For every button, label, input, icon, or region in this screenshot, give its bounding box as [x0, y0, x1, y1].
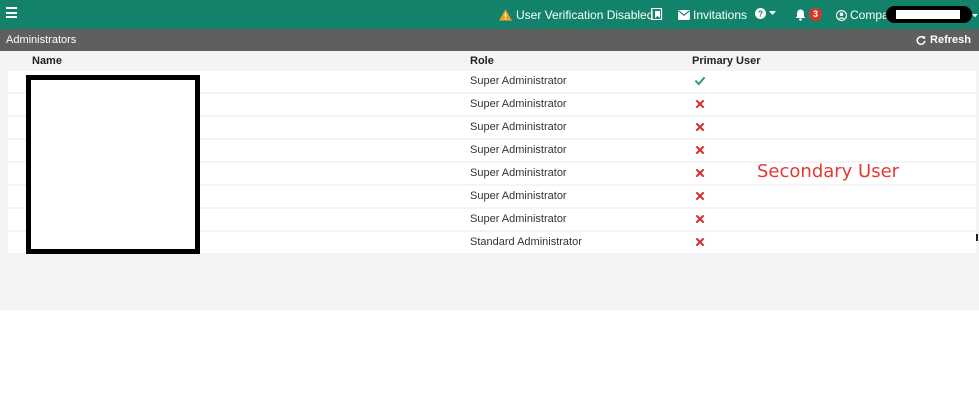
- hamburger-menu-icon[interactable]: [6, 7, 18, 21]
- x-icon: [696, 169, 704, 177]
- redacted-names-box: [26, 75, 200, 254]
- row-role-cell: Super Administrator: [470, 98, 567, 110]
- table-header: Name Role Primary User: [8, 51, 976, 71]
- row-role-cell: Super Administrator: [470, 190, 567, 202]
- svg-text:?: ?: [758, 10, 763, 19]
- invitations-button[interactable]: Invitations: [678, 8, 747, 22]
- row-role-cell: Super Administrator: [470, 75, 567, 87]
- refresh-label: Refresh: [930, 34, 971, 46]
- redacted-company-name: [886, 6, 972, 23]
- bookmark-button[interactable]: [651, 8, 663, 20]
- user-verification-warning[interactable]: User Verification Disabled: [499, 8, 653, 22]
- bookmark-icon: [651, 8, 663, 20]
- x-icon: [696, 146, 704, 154]
- row-role-cell: Super Administrator: [470, 144, 567, 156]
- x-icon: [696, 192, 704, 200]
- refresh-button[interactable]: Refresh: [916, 34, 971, 46]
- warning-icon: [499, 9, 512, 21]
- x-icon: [696, 123, 704, 131]
- row-role-cell: Standard Administrator: [470, 236, 582, 248]
- administrators-header-bar: Administrators Refresh: [0, 29, 979, 51]
- bell-icon: [795, 9, 806, 21]
- scroll-edge-marker: [976, 234, 978, 241]
- section-title: Administrators: [6, 34, 77, 46]
- column-header-role[interactable]: Role: [470, 55, 494, 67]
- row-role-cell: Super Administrator: [470, 167, 567, 179]
- x-icon: [696, 100, 704, 108]
- caret-down-icon: [769, 11, 776, 15]
- column-header-primary-user[interactable]: Primary User: [692, 55, 761, 67]
- x-icon: [696, 215, 704, 223]
- row-role-cell: Super Administrator: [470, 121, 567, 133]
- notification-count-badge: 3: [809, 8, 822, 21]
- check-icon: [695, 77, 705, 86]
- user-circle-icon: [836, 9, 847, 21]
- help-menu-button[interactable]: ?: [755, 8, 776, 19]
- notifications-button[interactable]: 3: [795, 8, 822, 21]
- secondary-user-annotation: Secondary User: [757, 161, 900, 182]
- company-menu-button[interactable]: Compar: [836, 8, 893, 22]
- company-caret-down-icon[interactable]: [972, 14, 978, 18]
- x-icon: [696, 238, 704, 246]
- top-navigation-bar: User Verification Disabled Invitations ?…: [0, 0, 979, 29]
- row-role-cell: Super Administrator: [470, 213, 567, 225]
- envelope-icon: [678, 10, 690, 20]
- user-verification-label: User Verification Disabled: [516, 8, 654, 22]
- help-icon: ?: [755, 8, 766, 19]
- column-header-name[interactable]: Name: [32, 55, 62, 67]
- invitations-label: Invitations: [693, 8, 748, 22]
- refresh-icon: [916, 36, 926, 45]
